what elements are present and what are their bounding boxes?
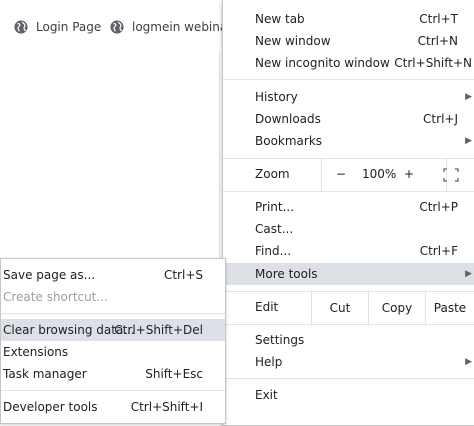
paste-button[interactable]: Paste [425, 292, 474, 324]
fullscreen-icon[interactable] [443, 168, 459, 182]
menu-item-exit[interactable]: Exit [223, 384, 474, 406]
menu-item-downloads[interactable]: Downloads Ctrl+J [223, 108, 474, 130]
menu-separator [1, 390, 225, 391]
menu-item-new-window[interactable]: New window Ctrl+N [223, 30, 474, 52]
copy-label: Copy [381, 301, 413, 315]
submenu-item-shortcut: Shift+Esc [145, 367, 203, 381]
submenu-item-label: Extensions [3, 345, 69, 359]
zoom-in-button[interactable]: + [404, 167, 414, 181]
chevron-right-icon: ▶ [465, 92, 472, 102]
menu-item-print[interactable]: Print... Ctrl+P [223, 196, 474, 218]
submenu-item-label: Create shortcut... [3, 290, 108, 304]
menu-item-find[interactable]: Find... Ctrl+F [223, 240, 474, 262]
submenu-item-extensions[interactable]: Extensions [1, 341, 225, 363]
bookmark-login-page[interactable]: Login Page [14, 17, 101, 37]
menu-item-label: More tools [255, 267, 318, 281]
submenu-item-developer-tools[interactable]: Developer tools Ctrl+Shift+I [1, 396, 225, 418]
bookmark-label: logmein webinar [132, 20, 233, 34]
submenu-item-shortcut: Ctrl+Shift+I [130, 400, 203, 414]
menu-item-label: Settings [255, 333, 305, 347]
menu-item-history[interactable]: History ▶ [223, 86, 474, 108]
menu-item-shortcut: Ctrl+Shift+N [394, 56, 472, 70]
menu-item-help[interactable]: Help ▶ [223, 351, 474, 373]
bookmark-label: Login Page [36, 20, 102, 34]
globe-icon [14, 20, 28, 34]
menu-item-cast[interactable]: Cast... [223, 218, 474, 240]
menu-separator [223, 378, 474, 379]
menu-item-shortcut: Ctrl+P [419, 200, 458, 214]
menu-item-shortcut: Ctrl+F [419, 244, 458, 258]
edit-row: Edit Cut Copy Paste [223, 292, 474, 324]
submenu-item-clear-browsing-data[interactable]: Clear browsing data... Ctrl+Shift+Del [1, 319, 225, 341]
menu-item-label: New incognito window [255, 56, 390, 70]
submenu-item-create-shortcut: Create shortcut... [1, 286, 225, 308]
chevron-right-icon: ▶ [465, 136, 472, 146]
cut-button[interactable]: Cut [311, 292, 368, 324]
menu-item-more-tools[interactable]: More tools ▶ [223, 263, 474, 285]
menu-item-label: Exit [255, 388, 278, 402]
menu-item-label: Print... [255, 200, 295, 214]
globe-icon [110, 20, 124, 34]
menu-item-label: Cast... [255, 222, 294, 236]
menu-item-label: History [255, 90, 298, 104]
menu-item-bookmarks[interactable]: Bookmarks ▶ [223, 130, 474, 152]
bookmarks-bar: Login Page logmein webinar [0, 0, 240, 54]
menu-item-new-tab[interactable]: New tab Ctrl+T [223, 8, 474, 30]
zoom-label: Zoom [255, 167, 290, 181]
menu-separator [223, 79, 474, 80]
menu-item-label: Bookmarks [255, 134, 323, 148]
chevron-right-icon: ▶ [465, 357, 472, 367]
menu-item-shortcut: Ctrl+T [419, 12, 458, 26]
menu-item-new-incognito-window[interactable]: New incognito window Ctrl+Shift+N [223, 52, 474, 74]
submenu-item-shortcut: Ctrl+S [163, 268, 203, 282]
submenu-item-label: Developer tools [3, 400, 98, 414]
menu-item-label: Find... [255, 244, 292, 258]
menu-item-label: New window [255, 34, 331, 48]
menu-item-label: Help [255, 355, 283, 369]
edit-label: Edit [255, 300, 279, 314]
menu-item-settings[interactable]: Settings [223, 329, 474, 351]
menu-item-label: Downloads [255, 112, 321, 126]
submenu-item-save-page-as[interactable]: Save page as... Ctrl+S [1, 264, 225, 286]
zoom-level: 100% [362, 167, 397, 181]
submenu-item-task-manager[interactable]: Task manager Shift+Esc [1, 363, 225, 385]
menu-separator [1, 313, 225, 314]
chevron-right-icon: ▶ [465, 269, 472, 279]
paste-label: Paste [433, 301, 467, 315]
menu-item-label: New tab [255, 12, 305, 26]
zoom-controls: − 100% + [321, 159, 447, 191]
submenu-item-label: Task manager [3, 367, 87, 381]
copy-button[interactable]: Copy [368, 292, 425, 324]
menu-separator [223, 191, 474, 192]
zoom-row: Zoom − 100% + [223, 159, 474, 191]
menu-item-shortcut: Ctrl+J [423, 112, 458, 126]
browser-main-menu: New tab Ctrl+T New window Ctrl+N New inc… [222, 0, 474, 426]
menu-item-shortcut: Ctrl+N [417, 34, 458, 48]
submenu-item-shortcut: Ctrl+Shift+Del [114, 323, 203, 337]
menu-separator [223, 324, 474, 325]
zoom-out-button[interactable]: − [336, 167, 346, 181]
bookmark-logmein-webinar[interactable]: logmein webinar [110, 17, 232, 37]
more-tools-submenu: Save page as... Ctrl+S Create shortcut..… [0, 258, 226, 424]
submenu-item-label: Save page as... [3, 268, 96, 282]
cut-label: Cut [329, 301, 351, 315]
